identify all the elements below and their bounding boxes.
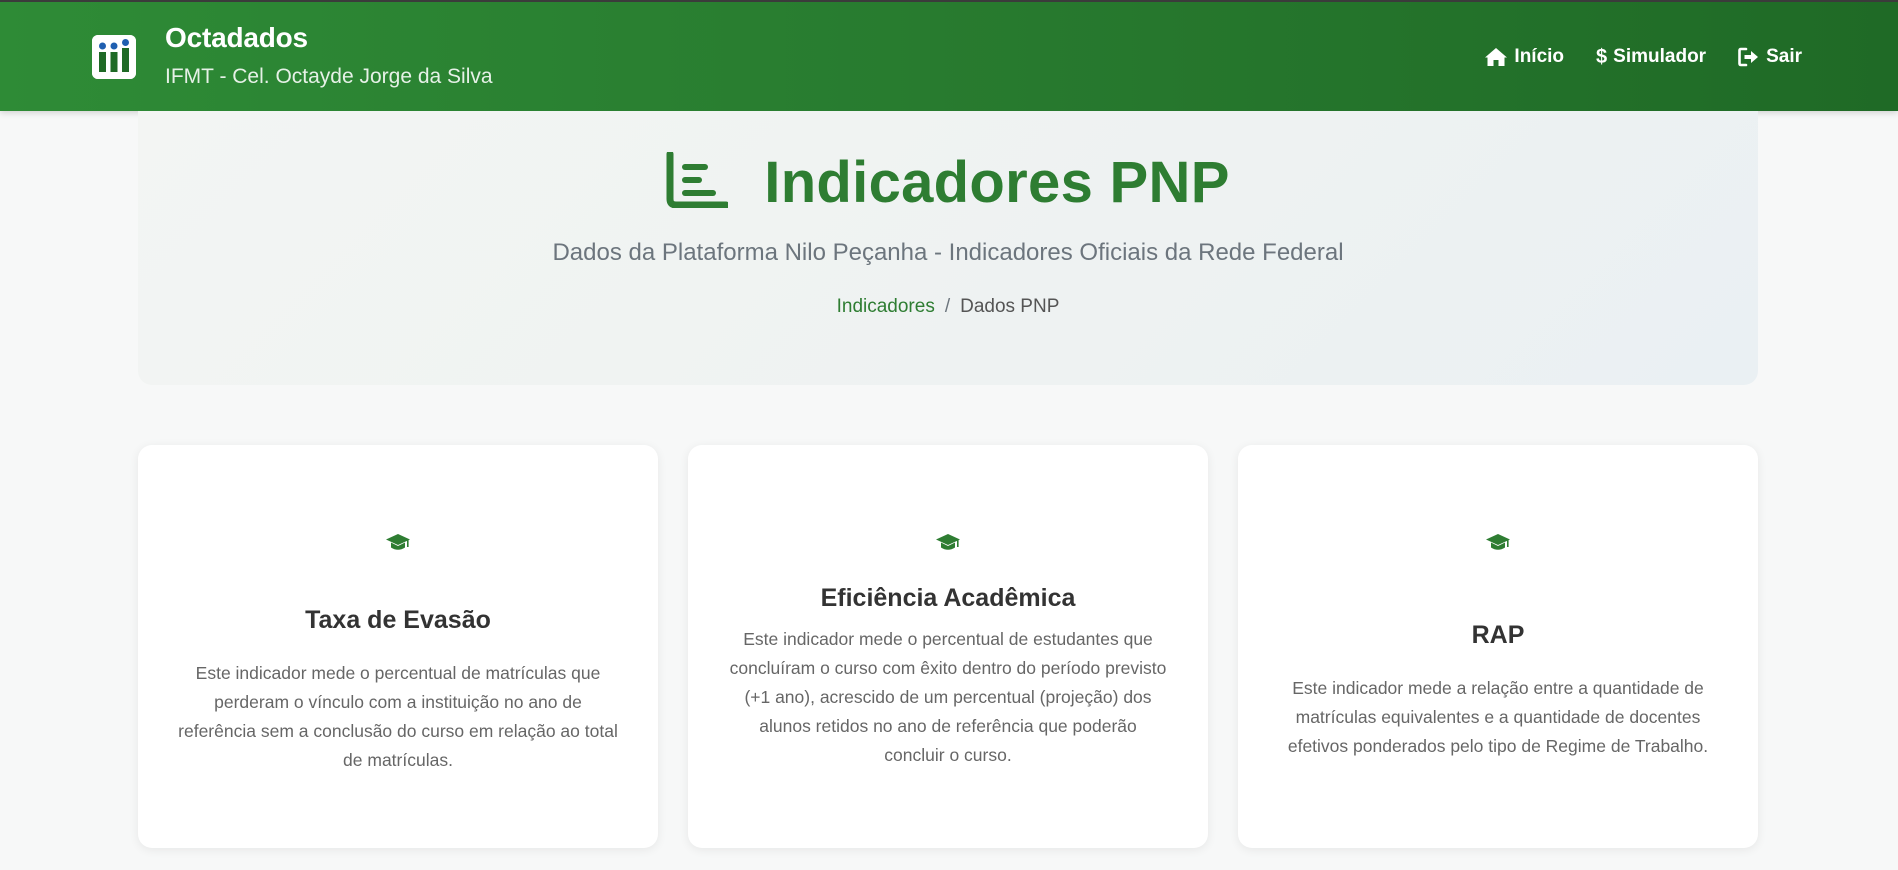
card-rap[interactable]: RAP Este indicador mede a relação entre … (1238, 445, 1758, 848)
breadcrumb-separator: / (944, 296, 951, 317)
nav-simulator-link[interactable]: $ Simulador (1596, 46, 1706, 68)
top-navbar: Octadados IFMT - Cel. Octayde Jorge da S… (0, 0, 1898, 111)
card-body: Eficiência Acadêmica Este indicador mede… (728, 445, 1168, 848)
nav-links: Início $ Simulador Sair (1484, 46, 1802, 68)
card-title: RAP (1471, 620, 1525, 649)
nav-simulator-label: Simulador (1613, 46, 1707, 67)
chart-icon (666, 150, 730, 213)
card-text: Este indicador mede o percentual de estu… (729, 628, 1167, 765)
nav-home-label: Início (1514, 46, 1565, 67)
card-text: Este indicador mede a relação entre a qu… (1287, 677, 1709, 756)
hero-panel: Indicadores PNP Dados da Plataforma Nilo… (138, 111, 1758, 385)
page-title: Indicadores PNP (764, 150, 1230, 215)
card-text: Este indicador mede o percentual de matr… (178, 663, 618, 770)
breadcrumb: Indicadores / Dados PNP (138, 296, 1758, 318)
home-icon (1484, 47, 1508, 67)
brand-name[interactable]: Octadados (165, 22, 308, 54)
card-taxa-evasao[interactable]: Taxa de Evasão Este indicador mede o per… (138, 445, 658, 848)
breadcrumb-link-indicadores[interactable]: Indicadores (837, 296, 935, 318)
page-subtitle: Dados da Plataforma Nilo Peçanha - Indic… (552, 239, 1344, 266)
indicator-cards: Taxa de Evasão Este indicador mede o per… (138, 445, 1758, 848)
card-title: Taxa de Evasão (305, 606, 491, 634)
hero-title-row: Indicadores PNP (138, 149, 1758, 216)
dollar-icon: $ (1596, 46, 1608, 68)
card-eficiencia-academica[interactable]: Eficiência Acadêmica Este indicador mede… (688, 445, 1208, 848)
card-title: Eficiência Acadêmica (820, 583, 1076, 612)
brand-logo-icon[interactable] (92, 35, 136, 79)
card-body: RAP Este indicador mede a relação entre … (1278, 445, 1718, 848)
brand-subtitle: IFMT - Cel. Octayde Jorge da Silva (165, 65, 493, 88)
breadcrumb-current: Dados PNP (960, 296, 1060, 317)
nav-logout-link[interactable]: Sair (1738, 46, 1802, 68)
nav-logout-label: Sair (1766, 46, 1802, 67)
card-body: Taxa de Evasão Este indicador mede o per… (178, 445, 618, 848)
nav-home-link[interactable]: Início (1484, 46, 1564, 68)
sign-out-icon (1738, 47, 1760, 67)
